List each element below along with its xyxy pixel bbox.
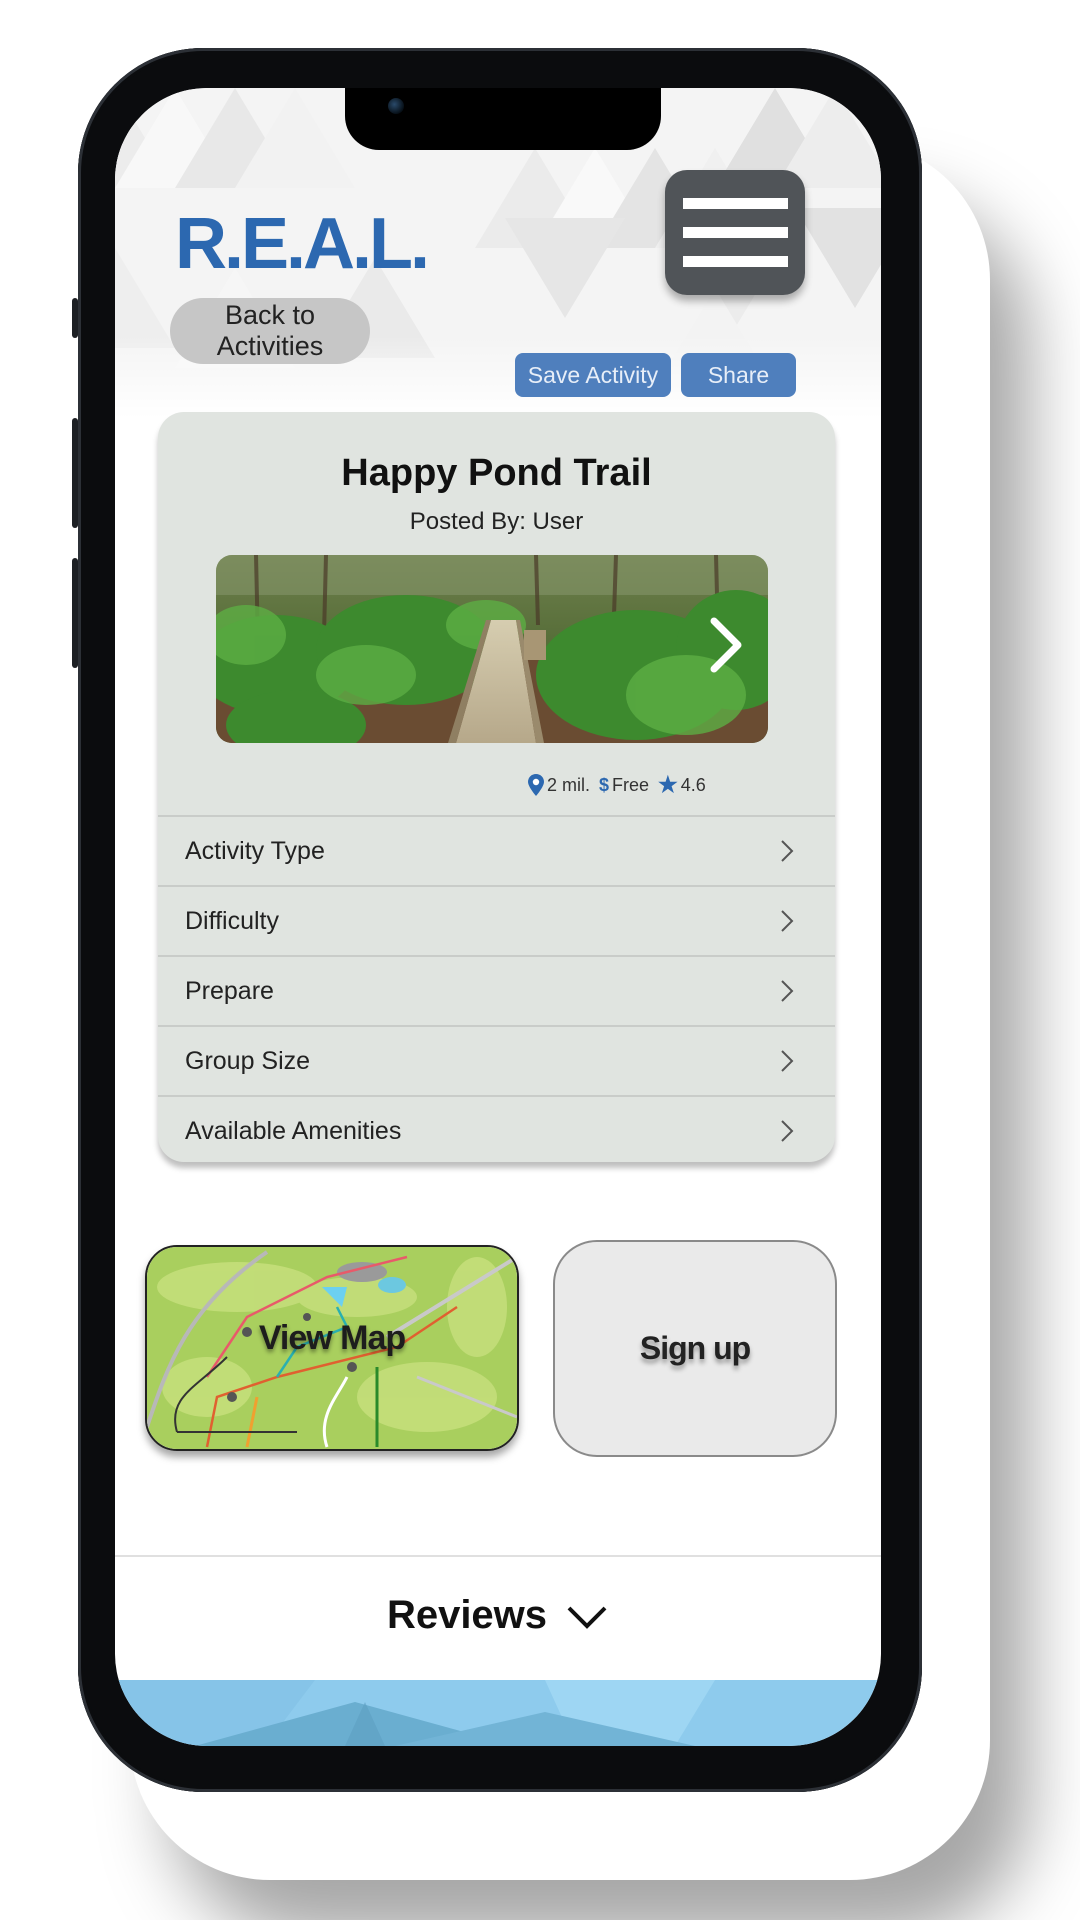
distance-value: 2 mil. bbox=[547, 774, 591, 795]
details-row-prepare[interactable]: Prepare bbox=[158, 955, 835, 1025]
reviews-label: Reviews bbox=[386, 1593, 548, 1637]
star-icon: ★ bbox=[658, 772, 678, 797]
row-label: Activity Type bbox=[185, 836, 325, 865]
activity-stats: 2 mil. $ Free ★ 4.6 bbox=[528, 772, 706, 798]
menu-bar bbox=[682, 227, 788, 238]
activity-card: Happy Pond Trail Posted By: User 2 mil. … bbox=[158, 412, 835, 1162]
phone-screen: R.E.A.L. Back to Activities Save Activit… bbox=[115, 88, 881, 1746]
activity-photo[interactable] bbox=[216, 555, 768, 743]
save-activity-button[interactable]: Save Activity bbox=[515, 353, 671, 397]
details-row-activity-type[interactable]: Activity Type bbox=[158, 815, 835, 885]
price-value: Free bbox=[612, 774, 650, 795]
chevron-right-icon bbox=[781, 1050, 794, 1072]
chevron-right-icon bbox=[781, 910, 794, 932]
rating-value: 4.6 bbox=[680, 774, 706, 795]
chevron-right-icon bbox=[781, 980, 794, 1002]
row-label: Difficulty bbox=[185, 906, 280, 935]
reviews-toggle[interactable]: Reviews bbox=[115, 1593, 881, 1638]
chevron-down-icon bbox=[567, 1606, 607, 1629]
details-row-available-amenities[interactable]: Available Amenities bbox=[158, 1095, 835, 1162]
row-label: Available Amenities bbox=[185, 1116, 402, 1145]
details-row-group-size[interactable]: Group Size bbox=[158, 1025, 835, 1095]
view-map-button[interactable]: View Map bbox=[145, 1245, 519, 1451]
chevron-right-icon bbox=[781, 840, 794, 862]
sign-up-button[interactable]: Sign up bbox=[553, 1240, 837, 1457]
menu-bar bbox=[682, 256, 788, 267]
hamburger-menu-icon[interactable] bbox=[665, 170, 805, 295]
back-to-activities-button[interactable]: Back to Activities bbox=[170, 298, 370, 364]
section-divider bbox=[115, 1555, 881, 1557]
posted-by: Posted By: User bbox=[409, 508, 584, 535]
details-row-difficulty[interactable]: Difficulty bbox=[158, 885, 835, 955]
share-button[interactable]: Share bbox=[681, 353, 796, 397]
front-camera bbox=[388, 98, 404, 114]
activity-title: Happy Pond Trail bbox=[341, 452, 652, 494]
location-pin-icon bbox=[528, 774, 544, 796]
view-map-label: View Map bbox=[258, 1319, 406, 1357]
price-icon: $ bbox=[599, 774, 610, 795]
volume-up-button bbox=[72, 418, 78, 528]
menu-bar bbox=[682, 198, 788, 209]
row-label: Group Size bbox=[185, 1046, 311, 1075]
volume-down-button bbox=[72, 558, 78, 668]
details-list: Activity Type Difficulty Prepare Group S… bbox=[158, 815, 835, 1162]
notch bbox=[345, 88, 661, 150]
row-label: Prepare bbox=[185, 976, 274, 1005]
mute-switch bbox=[72, 298, 78, 338]
photo-next-chevron-icon[interactable] bbox=[706, 615, 746, 675]
chevron-right-icon bbox=[781, 1120, 794, 1142]
app-logo: R.E.A.L. bbox=[175, 204, 430, 284]
boardwalk-photo bbox=[216, 555, 768, 743]
footer-mountain-banner bbox=[115, 1680, 881, 1746]
